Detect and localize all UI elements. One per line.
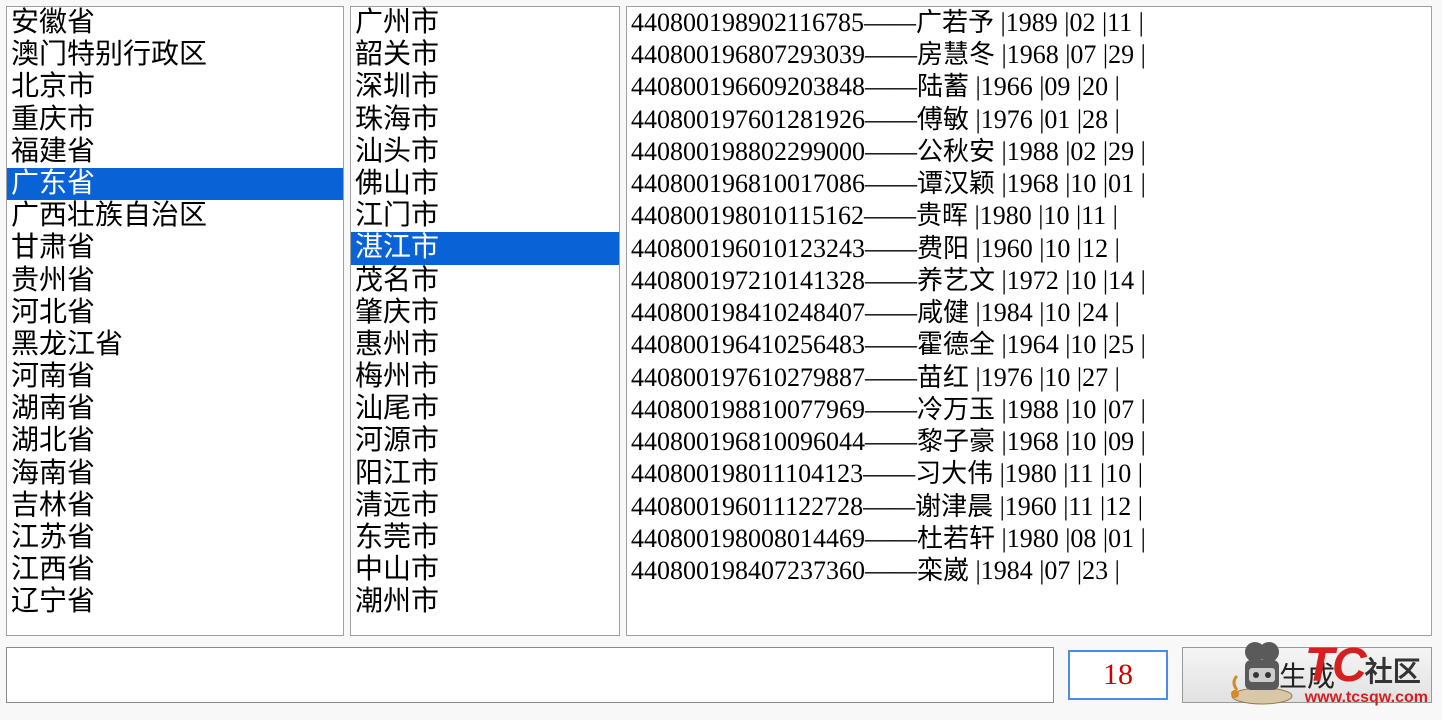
province-item[interactable]: 湖南省 [7,393,343,425]
city-item[interactable]: 中山市 [351,554,619,586]
bottom-bar: 生成 [0,638,1442,712]
province-item[interactable]: 湖北省 [7,425,343,457]
result-item[interactable]: 440800196609203848——陆蓄 |1966 |09 |20 | [627,71,1431,103]
city-item[interactable]: 阳江市 [351,458,619,490]
city-item[interactable]: 茂名市 [351,265,619,297]
city-item[interactable]: 湛江市 [351,232,619,264]
result-listbox[interactable]: 440800198902116785——广若予 |1989 |02 |11 |4… [626,6,1432,636]
city-item[interactable]: 韶关市 [351,39,619,71]
city-item[interactable]: 汕头市 [351,136,619,168]
city-item[interactable]: 河源市 [351,425,619,457]
city-item[interactable]: 惠州市 [351,329,619,361]
city-item[interactable]: 梅州市 [351,361,619,393]
result-item[interactable]: 440800196410256483——霍德全 |1964 |10 |25 | [627,329,1431,361]
result-item[interactable]: 440800196810017086——谭汉颖 |1968 |10 |01 | [627,168,1431,200]
result-item[interactable]: 440800198410248407——咸健 |1984 |10 |24 | [627,297,1431,329]
province-item[interactable]: 河北省 [7,297,343,329]
province-item[interactable]: 广东省 [7,168,343,200]
province-item[interactable]: 黑龙江省 [7,329,343,361]
province-item[interactable]: 辽宁省 [7,586,343,618]
province-item[interactable]: 江苏省 [7,522,343,554]
result-item[interactable]: 440800196011122728——谢津晨 |1960 |11 |12 | [627,491,1431,523]
province-item[interactable]: 澳门特别行政区 [7,39,343,71]
city-item[interactable]: 清远市 [351,490,619,522]
main-text-input[interactable] [6,647,1054,703]
result-item[interactable]: 440800196010123243——费阳 |1960 |10 |12 | [627,233,1431,265]
result-item[interactable]: 440800198008014469——杜若轩 |1980 |08 |01 | [627,523,1431,555]
city-item[interactable]: 汕尾市 [351,393,619,425]
city-item[interactable]: 珠海市 [351,104,619,136]
result-item[interactable]: 440800198011104123——习大伟 |1980 |11 |10 | [627,458,1431,490]
city-item[interactable]: 深圳市 [351,71,619,103]
result-item[interactable]: 440800197610279887——苗红 |1976 |10 |27 | [627,362,1431,394]
generate-button[interactable]: 生成 [1182,647,1432,703]
result-item[interactable]: 440800197601281926——傅敏 |1976 |01 |28 | [627,104,1431,136]
province-item[interactable]: 安徽省 [7,7,343,39]
result-item[interactable]: 440800198407237360——栾崴 |1984 |07 |23 | [627,555,1431,587]
city-item[interactable]: 广州市 [351,7,619,39]
province-item[interactable]: 海南省 [7,458,343,490]
result-item[interactable]: 440800198802299000——公秋安 |1988 |02 |29 | [627,136,1431,168]
province-item[interactable]: 吉林省 [7,490,343,522]
city-item[interactable]: 潮州市 [351,586,619,618]
province-item[interactable]: 河南省 [7,361,343,393]
province-listbox[interactable]: 安徽省澳门特别行政区北京市重庆市福建省广东省广西壮族自治区甘肃省贵州省河北省黑龙… [6,6,344,636]
result-item[interactable]: 440800198010115162——贵晖 |1980 |10 |11 | [627,200,1431,232]
city-item[interactable]: 肇庆市 [351,297,619,329]
result-item[interactable]: 440800196807293039——房慧冬 |1968 |07 |29 | [627,39,1431,71]
city-item[interactable]: 江门市 [351,200,619,232]
result-item[interactable]: 440800198810077969——冷万玉 |1988 |10 |07 | [627,394,1431,426]
result-item[interactable]: 440800197210141328——养艺文 |1972 |10 |14 | [627,265,1431,297]
province-item[interactable]: 广西壮族自治区 [7,200,343,232]
province-item[interactable]: 福建省 [7,136,343,168]
city-item[interactable]: 佛山市 [351,168,619,200]
province-item[interactable]: 甘肃省 [7,232,343,264]
main-area: 安徽省澳门特别行政区北京市重庆市福建省广东省广西壮族自治区甘肃省贵州省河北省黑龙… [0,0,1442,638]
province-item[interactable]: 重庆市 [7,104,343,136]
province-item[interactable]: 贵州省 [7,265,343,297]
result-item[interactable]: 440800196810096044——黎子豪 |1968 |10 |09 | [627,426,1431,458]
result-item[interactable]: 440800198902116785——广若予 |1989 |02 |11 | [627,7,1431,39]
province-item[interactable]: 江西省 [7,554,343,586]
province-item[interactable]: 北京市 [7,71,343,103]
city-item[interactable]: 东莞市 [351,522,619,554]
count-input[interactable] [1068,650,1168,700]
city-listbox[interactable]: 广州市韶关市深圳市珠海市汕头市佛山市江门市湛江市茂名市肇庆市惠州市梅州市汕尾市河… [350,6,620,636]
